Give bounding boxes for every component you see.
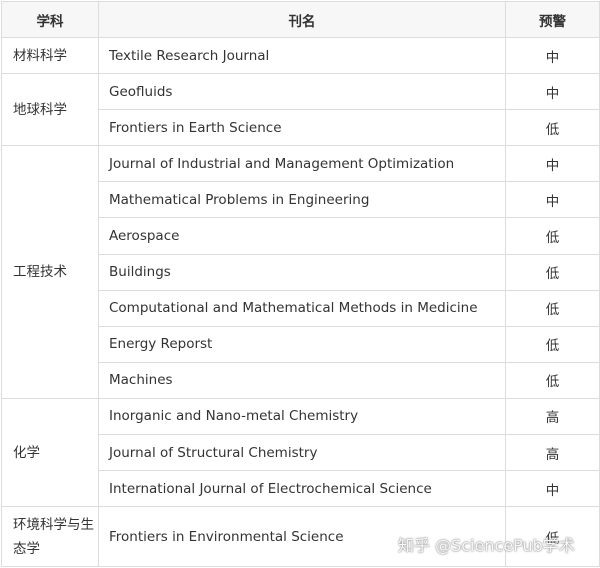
warning-cell: 低 xyxy=(505,361,600,399)
journal-cell: Machines xyxy=(98,361,506,399)
header-journal: 刊名 xyxy=(98,1,506,38)
subject-cell: 化学 xyxy=(1,397,99,508)
journal-cell: Frontiers in Earth Science xyxy=(98,109,506,147)
table-header-row: 学科 刊名 预警 xyxy=(1,1,600,38)
journal-cell: Geofluids xyxy=(98,73,506,111)
journal-cell: Aerospace xyxy=(98,217,506,255)
warning-cell: 低 xyxy=(505,325,600,363)
warning-cell: 中 xyxy=(505,470,600,508)
journal-cell: Energy Reporst xyxy=(98,325,506,363)
warning-cell: 中 xyxy=(505,36,600,75)
warning-cell: 中 xyxy=(505,73,600,111)
journal-cell: International Journal of Electrochemical… xyxy=(98,470,506,508)
table-row: 地球科学 Geofluids 中 xyxy=(1,73,600,147)
subject-cell: 环境科学与生态学 xyxy=(1,506,99,568)
journal-cell: Buildings xyxy=(98,253,506,291)
journal-cell: Computational and Mathematical Methods i… xyxy=(98,289,506,327)
journal-cell: Textile Research Journal xyxy=(98,36,506,75)
warning-cell: 中 xyxy=(505,145,600,183)
warning-cell: 低 xyxy=(505,289,600,327)
subject-cell: 工程技术 xyxy=(1,145,99,399)
journal-cell: Journal of Structural Chemistry xyxy=(98,434,506,472)
table-row: 化学 Inorganic and Nano-metal Chemistry 高 xyxy=(1,397,600,508)
warning-cell: 低 xyxy=(505,253,600,291)
table-row: 工程技术 Journal of Industrial and Managemen… xyxy=(1,145,600,399)
table-row: 材料科学 Textile Research Journal 中 xyxy=(1,36,600,75)
journal-cell: Inorganic and Nano-metal Chemistry xyxy=(98,397,506,436)
journal-cell: Journal of Industrial and Management Opt… xyxy=(98,145,506,183)
warning-cell: 高 xyxy=(505,397,600,436)
warning-cell: 低 xyxy=(505,109,600,147)
header-warning: 预警 xyxy=(505,1,600,38)
warning-cell: 低 xyxy=(505,217,600,255)
warning-cell: 高 xyxy=(505,434,600,472)
journal-warning-table: 学科 刊名 预警 材料科学 Textile Research Journal 中… xyxy=(1,1,600,568)
warning-cell: 中 xyxy=(505,181,600,219)
watermark: 知乎 @SciencePub学术 xyxy=(398,536,575,555)
journal-cell: Mathematical Problems in Engineering xyxy=(98,181,506,219)
header-subject: 学科 xyxy=(1,1,99,38)
subject-cell: 材料科学 xyxy=(1,36,99,75)
subject-cell: 地球科学 xyxy=(1,73,99,147)
